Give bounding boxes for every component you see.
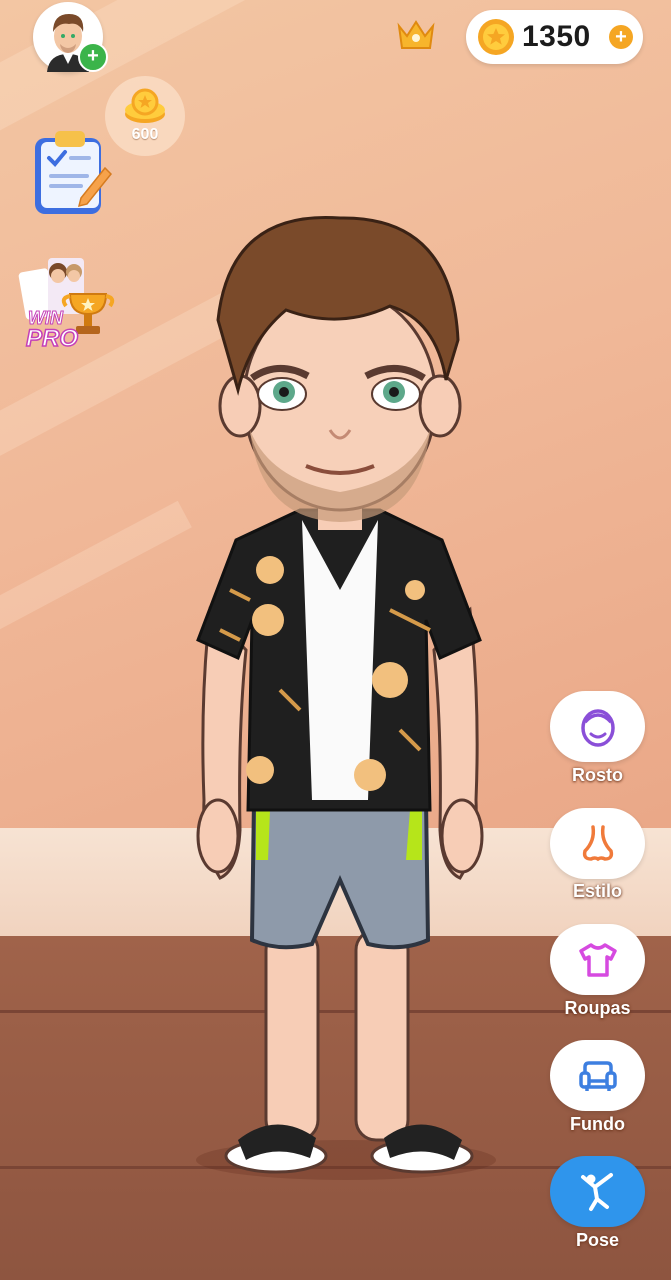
clipboard-icon — [35, 131, 113, 214]
tshirt-icon — [579, 943, 617, 977]
clothes-label: Roupas — [564, 998, 631, 1018]
daily-tasks-button[interactable] — [31, 128, 113, 218]
coin-balance[interactable]: 1350 + — [466, 10, 643, 64]
style-button[interactable] — [550, 808, 645, 879]
buy-coins-button[interactable]: + — [609, 25, 633, 49]
pro-label: PRO — [26, 325, 78, 352]
style-label: Estilo — [572, 881, 622, 901]
sofa-icon — [579, 1061, 617, 1091]
trophy-icon: WIN PRO — [18, 258, 115, 353]
face-button[interactable] — [550, 691, 645, 762]
background-label: Fundo — [570, 1114, 625, 1134]
nose-icon — [582, 825, 614, 862]
background-button[interactable] — [550, 1040, 645, 1111]
add-profile-icon[interactable]: + — [78, 42, 108, 72]
avatar-character[interactable] — [190, 210, 490, 1180]
pose-button[interactable] — [550, 1156, 645, 1227]
reward-bubble[interactable]: 600 — [105, 76, 185, 156]
pose-label: Pose — [575, 1230, 620, 1250]
coin-count: 1350 — [522, 20, 591, 53]
win-pro-contest-button[interactable]: WIN PRO — [18, 252, 120, 354]
face-label: Rosto — [572, 765, 623, 785]
coin-icon — [478, 19, 514, 55]
dab-pose-icon — [581, 1173, 613, 1211]
wall-light — [0, 500, 192, 650]
clothes-button[interactable] — [550, 924, 645, 995]
face-icon — [581, 709, 615, 747]
reward-amount: 600 — [131, 126, 159, 143]
crown-icon[interactable] — [396, 18, 436, 52]
avatar-illustration — [196, 215, 484, 1174]
